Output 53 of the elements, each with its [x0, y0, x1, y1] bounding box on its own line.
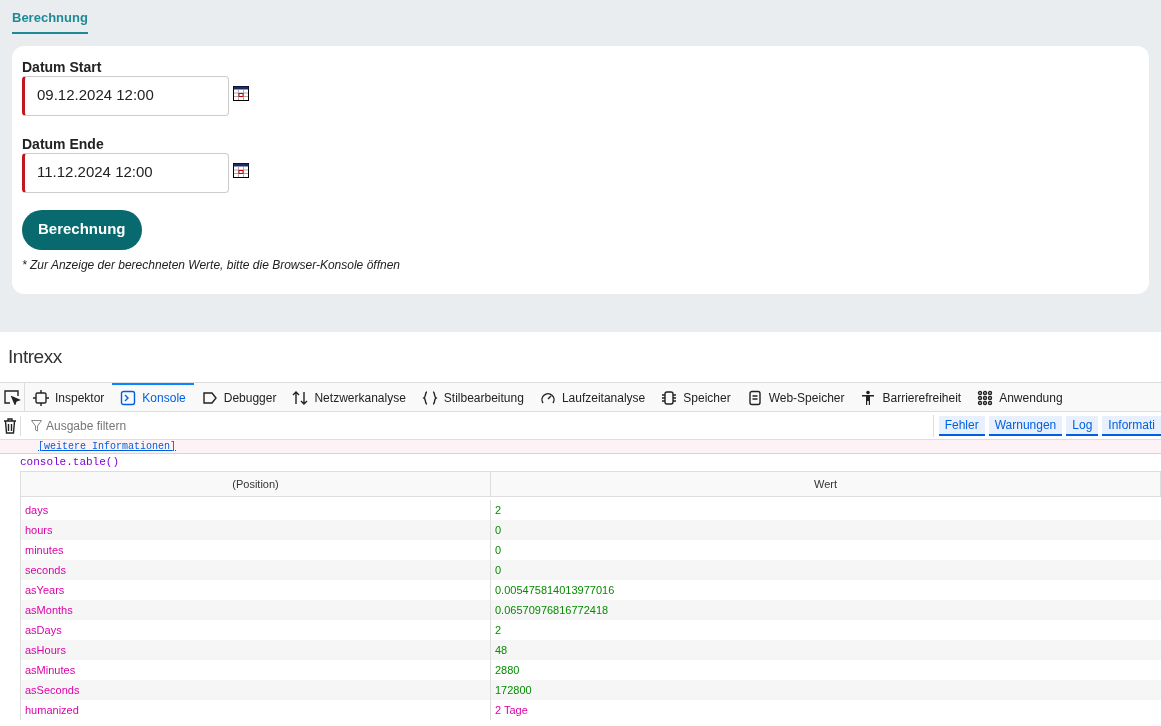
- level-filter-button[interactable]: Informati: [1102, 415, 1161, 436]
- table-cell-text: 2 Tage: [494, 702, 529, 718]
- devtools-tab[interactable]: Netzwerkanalyse: [284, 383, 414, 411]
- field-label: Datum Start: [22, 57, 103, 76]
- table-cell: humanized: [21, 700, 491, 720]
- devtools-tab[interactable]: Stilbearbeitung: [413, 383, 532, 411]
- grid-icon: [977, 390, 994, 406]
- filter-icon: [31, 419, 42, 432]
- devtools-tab[interactable]: Speicher: [653, 383, 739, 411]
- devtools-tab[interactable]: Konsole: [112, 383, 194, 411]
- table-cell-text: 0.005475814013977016: [494, 582, 616, 598]
- table-cell-text: 0: [494, 562, 503, 578]
- devtools-tab[interactable]: Web-Speicher: [738, 383, 853, 411]
- table-cell-text: 2: [494, 502, 503, 518]
- console-command: console.table(): [20, 455, 120, 471]
- calculate-button[interactable]: Berechnung: [22, 209, 142, 250]
- more-info-link[interactable]: [weitere Informationen]: [38, 440, 177, 453]
- braces-icon: [421, 390, 438, 406]
- table-cell-text: 48: [494, 642, 509, 658]
- gauge-icon: [539, 390, 556, 406]
- level-filter-button[interactable]: Warnungen: [988, 415, 1063, 436]
- hint-text: * Zur Anzeige der berechneten Werte, bitte die Browser-Konsole öffnen: [22, 256, 401, 274]
- table-cell-text: 2: [494, 622, 503, 638]
- devtools-tab[interactable]: Inspektor: [25, 383, 113, 411]
- table-cell-text: 2880: [494, 662, 521, 678]
- tag-icon: [201, 390, 218, 406]
- date-field[interactable]: 11.12.2024 12:00: [22, 152, 229, 193]
- devtools-tab[interactable]: Barrierefreiheit: [852, 383, 970, 411]
- picker-icon[interactable]: [3, 389, 21, 405]
- devtools-tab[interactable]: Anwendung: [969, 383, 1071, 411]
- date-field[interactable]: 09.12.2024 12:00: [22, 75, 229, 116]
- column-header: (Position): [21, 472, 491, 496]
- trash-icon[interactable]: [3, 417, 17, 434]
- filter-field[interactable]: Ausgabe filtern: [46, 416, 246, 435]
- table-cell-text: 172800: [494, 682, 533, 698]
- logo: Intrexx: [8, 344, 62, 369]
- calendar-icon[interactable]: [233, 162, 249, 178]
- devtools-tab[interactable]: Laufzeitanalyse: [531, 383, 654, 411]
- level-filter-button[interactable]: Fehler: [938, 415, 985, 436]
- arrows-icon: [292, 390, 309, 406]
- table-cell-text: 0: [494, 522, 503, 538]
- level-filter-button[interactable]: Log: [1066, 415, 1099, 436]
- field-label: Datum Ende: [22, 134, 105, 153]
- table-cell-text: 0: [494, 542, 503, 558]
- devtools-tab[interactable]: Debugger: [193, 383, 285, 411]
- document-icon: [746, 390, 763, 406]
- calendar-icon[interactable]: [233, 85, 249, 101]
- column-header: Wert: [491, 472, 1161, 496]
- chip-icon: [661, 390, 678, 406]
- person-icon: [860, 390, 877, 406]
- frame-icon: [33, 390, 49, 406]
- table-cell-text: 0.06570976816772418: [494, 602, 610, 618]
- console-icon: [120, 390, 137, 406]
